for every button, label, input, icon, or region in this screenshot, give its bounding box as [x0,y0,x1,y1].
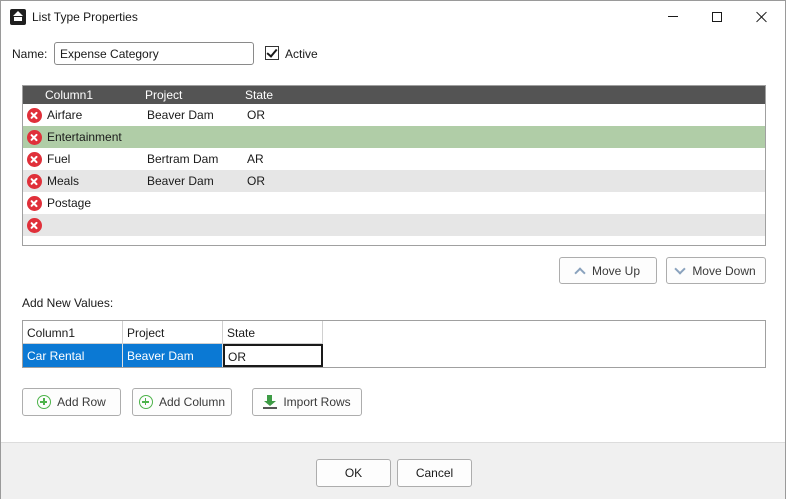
active-label: Active [285,47,318,61]
delete-row-icon[interactable] [27,108,42,123]
table-row[interactable] [23,214,765,236]
cell-state: OR [247,108,265,122]
cell-state: OR [247,174,265,188]
delete-row-icon[interactable] [27,196,42,211]
add-row-label: Add Row [57,395,106,409]
maximize-button[interactable] [695,1,739,32]
column-header-state[interactable]: State [245,88,273,102]
window-title: List Type Properties [32,10,138,24]
column-header-state[interactable]: State [223,321,323,344]
delete-row-icon[interactable] [27,218,42,233]
title-bar: List Type Properties [1,1,785,32]
new-cell-state-editor[interactable]: OR [223,344,323,367]
delete-row-icon[interactable] [27,174,42,189]
cell-column1: Meals [47,174,80,188]
new-values-grid: Column1 Project State Car Rental Beaver … [22,320,766,368]
grid-header: Column1 Project State [23,86,765,104]
table-row[interactable]: Fuel Bertram Dam AR [23,148,765,170]
name-label: Name: [12,47,48,61]
cell-column1: Airfare [47,108,83,122]
cell-project: Bertram Dam [147,152,219,166]
import-icon [263,395,278,409]
column-header-column1[interactable]: Column1 [45,88,93,102]
add-column-button[interactable]: Add Column [132,388,232,416]
chevron-down-icon [674,262,686,275]
list-type-properties-dialog: List Type Properties Name: Active Column… [0,0,786,499]
app-icon [10,9,26,25]
import-rows-button[interactable]: Import Rows [252,388,362,416]
chevron-up-icon [574,266,586,279]
add-new-values-label: Add New Values: [22,296,114,310]
table-row[interactable]: Entertainment [23,126,765,148]
add-row-button[interactable]: Add Row [22,388,121,416]
close-button[interactable] [740,1,784,32]
column-header-project[interactable]: Project [145,88,182,102]
name-input[interactable] [54,42,254,65]
new-cell-project[interactable]: Beaver Dam [123,344,223,367]
minimize-icon [668,16,678,17]
column-header-column1[interactable]: Column1 [23,321,123,344]
column-header-project[interactable]: Project [123,321,223,344]
cell-project: Beaver Dam [147,174,214,188]
close-icon [756,11,768,23]
cell-project: Beaver Dam [147,108,214,122]
cell-column1: Entertainment [47,130,122,144]
minimize-button[interactable] [651,1,695,32]
import-rows-label: Import Rows [283,395,351,409]
delete-row-icon[interactable] [27,152,42,167]
add-circle-icon [138,395,153,409]
list-values-grid: Column1 Project State Airfare Beaver Dam… [22,85,766,246]
new-cell-column1[interactable]: Car Rental [23,344,123,367]
add-column-label: Add Column [158,395,226,409]
maximize-icon [712,11,722,22]
cancel-button[interactable]: Cancel [397,459,472,487]
table-row[interactable]: Meals Beaver Dam OR [23,170,765,192]
delete-row-icon[interactable] [27,130,42,145]
move-up-button[interactable]: Move Up [559,257,657,284]
cell-state: AR [247,152,264,166]
cell-column1: Postage [47,196,92,210]
ok-button[interactable]: OK [316,459,391,487]
table-row[interactable]: Postage [23,192,765,214]
move-up-label: Move Up [591,263,641,278]
cell-column1: Fuel [47,152,71,166]
move-down-button[interactable]: Move Down [666,257,766,284]
dialog-footer: OK Cancel [1,442,785,499]
table-row[interactable]: Airfare Beaver Dam OR [23,104,765,126]
active-checkbox[interactable] [265,46,279,60]
move-down-label: Move Down [692,263,756,278]
add-circle-icon [37,395,52,409]
